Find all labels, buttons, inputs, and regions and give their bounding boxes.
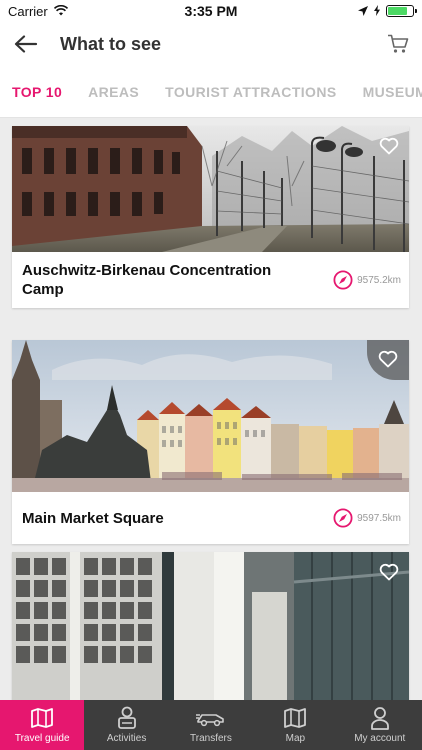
wifi-icon (53, 4, 68, 19)
heart-icon (379, 563, 399, 581)
attraction-card[interactable]: Main Market Square 9597.5km (12, 340, 409, 544)
page-title: What to see (60, 33, 162, 54)
tab-areas[interactable]: AREAS (74, 84, 151, 100)
nav-travel-guide[interactable]: Travel guide (0, 700, 85, 750)
distance-value: 9597.5km (357, 512, 401, 524)
battery-icon (386, 5, 417, 17)
ticket-person-icon (116, 706, 138, 730)
attraction-image (12, 552, 409, 700)
tab-top-10[interactable]: TOP 10 (0, 84, 74, 100)
carrier-label: Carrier (8, 3, 48, 19)
car-icon (195, 706, 226, 730)
distance-info: 9575.2km (333, 270, 401, 290)
attraction-list[interactable]: Auschwitz-Birkenau Concentration Camp 95… (0, 118, 422, 700)
nav-label: Travel guide (14, 733, 70, 744)
distance-value: 9575.2km (357, 274, 401, 286)
favorite-button[interactable] (375, 558, 403, 586)
attraction-title: Auschwitz-Birkenau Concentration Camp (22, 262, 272, 298)
map-book-icon (30, 706, 54, 730)
user-icon (370, 706, 390, 730)
attraction-title: Main Market Square (22, 509, 164, 527)
tab-museums[interactable]: MUSEUMS (349, 84, 422, 100)
nav-my-account[interactable]: My account (338, 700, 422, 750)
attraction-card[interactable]: Auschwitz-Birkenau Concentration Camp 95… (12, 126, 409, 308)
arrow-left-icon (14, 35, 38, 53)
attraction-footer: Main Market Square 9597.5km (12, 492, 409, 544)
status-bar: Carrier 3:35 PM (0, 0, 422, 22)
favorite-button[interactable] (375, 132, 403, 160)
heart-icon (378, 350, 398, 368)
bottom-navigation: Travel guide Activities Transfers Map My… (0, 700, 422, 750)
attraction-footer: Auschwitz-Birkenau Concentration Camp 95… (12, 252, 409, 308)
status-left: Carrier (8, 4, 68, 19)
back-button[interactable] (0, 22, 52, 66)
app-header: What to see (0, 22, 422, 66)
heart-icon (379, 137, 399, 155)
attraction-card[interactable] (12, 552, 409, 700)
nav-label: Map (285, 733, 306, 744)
nav-map[interactable]: Map (253, 700, 337, 750)
distance-info: 9597.5km (333, 508, 401, 528)
category-tabs: TOP 10 AREAS TOURIST ATTRACTIONS MUSEUMS (0, 66, 422, 118)
nav-transfers[interactable]: Transfers (169, 700, 253, 750)
compass-icon (333, 508, 353, 528)
compass-icon (333, 270, 353, 290)
nav-label: Activities (106, 733, 147, 744)
status-right (358, 4, 417, 19)
cart-icon (388, 34, 409, 53)
cart-button[interactable] (374, 22, 422, 66)
attraction-image (12, 340, 409, 492)
charging-icon (374, 4, 380, 19)
nav-label: My account (354, 733, 406, 744)
map-icon (283, 706, 307, 730)
location-arrow-icon (358, 4, 368, 19)
nav-label: Transfers (190, 733, 232, 744)
attraction-image (12, 126, 409, 252)
nav-activities[interactable]: Activities (84, 700, 168, 750)
tab-tourist-attractions[interactable]: TOURIST ATTRACTIONS (151, 84, 348, 100)
battery-level (388, 7, 408, 15)
